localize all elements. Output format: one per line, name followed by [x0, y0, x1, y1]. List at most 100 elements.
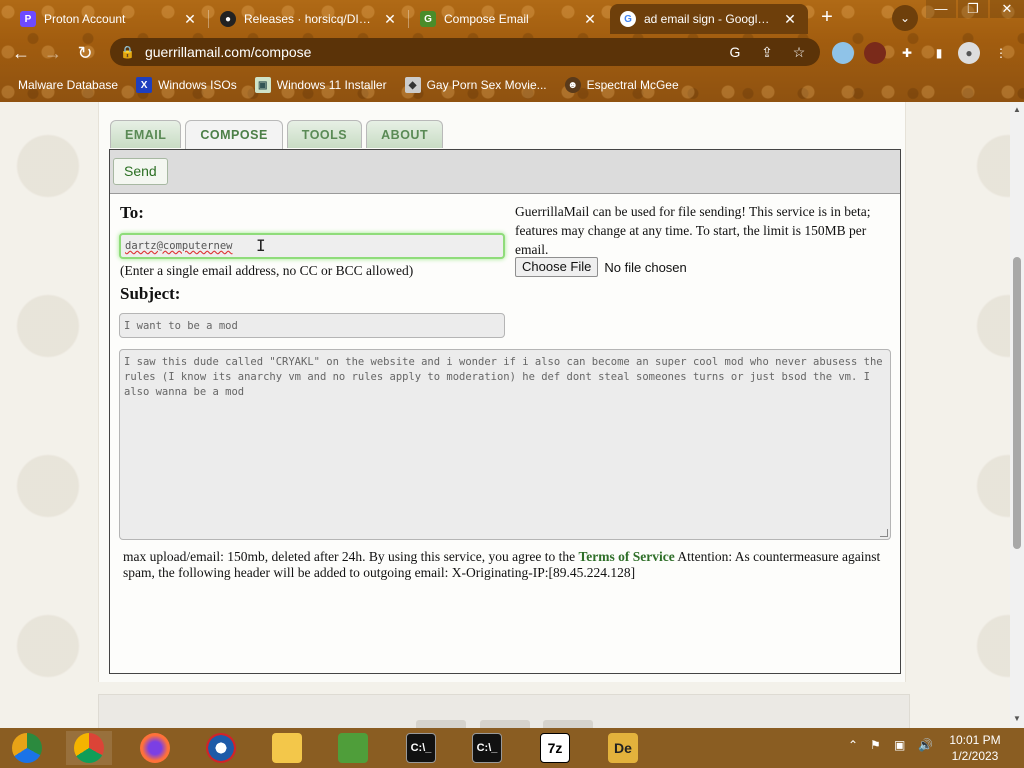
lower-tab [416, 720, 466, 728]
tab-about[interactable]: ABOUT [366, 120, 444, 148]
flag-icon[interactable]: ⚑ [870, 738, 881, 752]
page-viewport: EMAIL COMPOSE TOOLS ABOUT Send To: dartz… [0, 102, 1010, 728]
tab-separator [208, 10, 209, 28]
profile-avatar-icon[interactable]: ● [958, 42, 980, 64]
network-icon[interactable]: ▣ [894, 738, 905, 752]
send-button[interactable]: Send [113, 158, 168, 185]
subject-input[interactable]: I want to be a mod [119, 313, 505, 338]
image-icon: ▣ [254, 77, 271, 93]
taskbar-obama-app[interactable] [198, 731, 244, 765]
close-window-button[interactable]: ✕ [990, 0, 1024, 18]
extension-flag-icon[interactable] [832, 42, 854, 64]
kebab-menu-icon[interactable]: ⋮ [990, 42, 1012, 64]
bookmark-label: Malware Database [18, 78, 119, 92]
terms-of-service-link[interactable]: Terms of Service [579, 549, 675, 564]
message-body-text: I saw this dude called "CRYAKL" on the w… [124, 356, 883, 398]
text-cursor-icon: I [256, 236, 266, 255]
bookmark-site[interactable]: ◆ Gay Porn Sex Movie... [404, 77, 547, 93]
bookmark-label: Espectral McGee [586, 78, 679, 92]
show-hidden-icons-icon[interactable]: ⌃ [848, 738, 858, 752]
url-text: guerrillamail.com/compose [144, 44, 312, 60]
site-nav-tabs: EMAIL COMPOSE TOOLS ABOUT [110, 120, 444, 150]
google-icon: G [620, 11, 636, 27]
side-panel-icon[interactable]: ▮ [928, 42, 950, 64]
bookmark-espectral-mcgee[interactable]: ☻ Espectral McGee [564, 77, 679, 93]
bookmarks-bar: Malware Database X Windows ISOs ▣ Window… [0, 72, 1024, 98]
to-hint: (Enter a single email address, no CC or … [120, 263, 414, 278]
bookmark-label: Gay Porn Sex Movie... [426, 78, 547, 92]
to-input-value: dartz@computernew [125, 240, 233, 252]
volume-icon[interactable]: 🔊 [918, 738, 933, 752]
choose-file-button[interactable]: Choose File [515, 257, 599, 277]
extension-avatar-icon[interactable] [864, 42, 886, 64]
tab-email[interactable]: EMAIL [110, 120, 182, 148]
footer-text-pre: max upload/email: 150mb, deleted after 2… [123, 549, 576, 564]
compose-panel: Send To: dartz@computernew I (Enter a si… [109, 149, 901, 674]
clock-time: 10:01 PM [949, 733, 1001, 747]
footer-note: max upload/email: 150mb, deleted after 2… [123, 549, 893, 581]
message-body-textarea[interactable]: I saw this dude called "CRYAKL" on the w… [119, 349, 891, 540]
tab-proton-account[interactable]: P Proton Account ✕ [10, 4, 208, 34]
tab-compose[interactable]: COMPOSE [185, 120, 283, 150]
address-bar[interactable]: 🔒 guerrillamail.com/compose G ⇪ ☆ [110, 38, 820, 66]
guerrilla-icon: G [420, 11, 436, 27]
forward-button[interactable]: → [40, 40, 66, 66]
taskbar-7zip[interactable]: 7z [532, 731, 578, 765]
taskbar-network-app[interactable] [330, 731, 376, 765]
bookmark-label: Windows 11 Installer [276, 78, 387, 92]
tab-search-button[interactable]: ⌄ [892, 5, 918, 31]
taskbar-firefox[interactable] [132, 731, 178, 765]
google-lens-icon[interactable]: G [724, 44, 746, 60]
close-icon[interactable]: ✕ [582, 11, 598, 28]
bookmark-windows-11-installer[interactable]: ▣ Windows 11 Installer [254, 77, 387, 93]
taskbar-file-explorer[interactable] [264, 731, 310, 765]
bookmark-windows-isos[interactable]: X Windows ISOs [136, 77, 237, 93]
bookmark-star-icon[interactable]: ☆ [788, 44, 810, 61]
tab-releases[interactable]: ● Releases · horsicq/DIE-en ✕ [210, 4, 408, 34]
network-app-icon [338, 733, 368, 763]
taskbar-chrome[interactable] [66, 731, 112, 765]
proton-icon: P [20, 11, 36, 27]
compose-toolbar: Send [110, 150, 900, 194]
reload-button[interactable]: ↻ [72, 40, 98, 66]
close-icon[interactable]: ✕ [382, 11, 398, 28]
clock-date: 1/2/2023 [951, 749, 999, 763]
7zip-icon: 7z [540, 733, 570, 763]
terminal-icon: C:\_ [472, 733, 502, 763]
tab-separator [408, 10, 409, 28]
tab-tools[interactable]: TOOLS [286, 120, 363, 148]
maximize-button[interactable]: ❐ [958, 0, 988, 18]
system-clock[interactable]: 10:01 PM 1/2/2023 [940, 732, 1010, 764]
taskbar-die[interactable]: De [600, 731, 646, 765]
to-label: To: [120, 203, 144, 222]
vertical-scrollbar[interactable]: ▲ ▼ [1010, 102, 1024, 728]
die-icon: De [608, 733, 638, 763]
scroll-down-icon[interactable]: ▼ [1013, 714, 1021, 723]
github-icon: ● [220, 11, 236, 27]
close-icon[interactable]: ✕ [182, 11, 198, 28]
lower-tab [480, 720, 530, 728]
new-tab-button[interactable]: + [815, 6, 839, 30]
scrollbar-thumb[interactable] [1013, 257, 1021, 549]
chrome-icon [74, 733, 104, 763]
tab-google-search[interactable]: G ad email sign - Google Sea ✕ [610, 4, 808, 34]
lower-tab [543, 720, 593, 728]
obama-icon [206, 733, 236, 763]
scroll-up-icon[interactable]: ▲ [1013, 105, 1021, 114]
taskbar-terminal-1[interactable]: C:\_ [398, 731, 444, 765]
back-button[interactable]: ← [8, 40, 34, 66]
to-input[interactable]: dartz@computernew [119, 233, 505, 259]
bookmark-malware-database[interactable]: Malware Database [18, 78, 118, 92]
minimize-button[interactable]: — [926, 0, 956, 18]
taskbar-chrome-canary[interactable] [4, 731, 50, 765]
extensions-puzzle-icon[interactable]: ✚ [896, 42, 918, 64]
close-icon[interactable]: ✕ [782, 11, 798, 28]
lock-icon[interactable]: 🔒 [120, 45, 135, 59]
tab-compose-email[interactable]: G Compose Email ✕ [410, 4, 608, 34]
tab-label: Releases · horsicq/DIE-en [244, 12, 376, 26]
terminal-icon: C:\_ [406, 733, 436, 763]
taskbar-terminal-2[interactable]: C:\_ [464, 731, 510, 765]
firefox-icon [140, 733, 170, 763]
resize-handle-icon[interactable] [880, 529, 888, 537]
share-icon[interactable]: ⇪ [756, 44, 778, 61]
